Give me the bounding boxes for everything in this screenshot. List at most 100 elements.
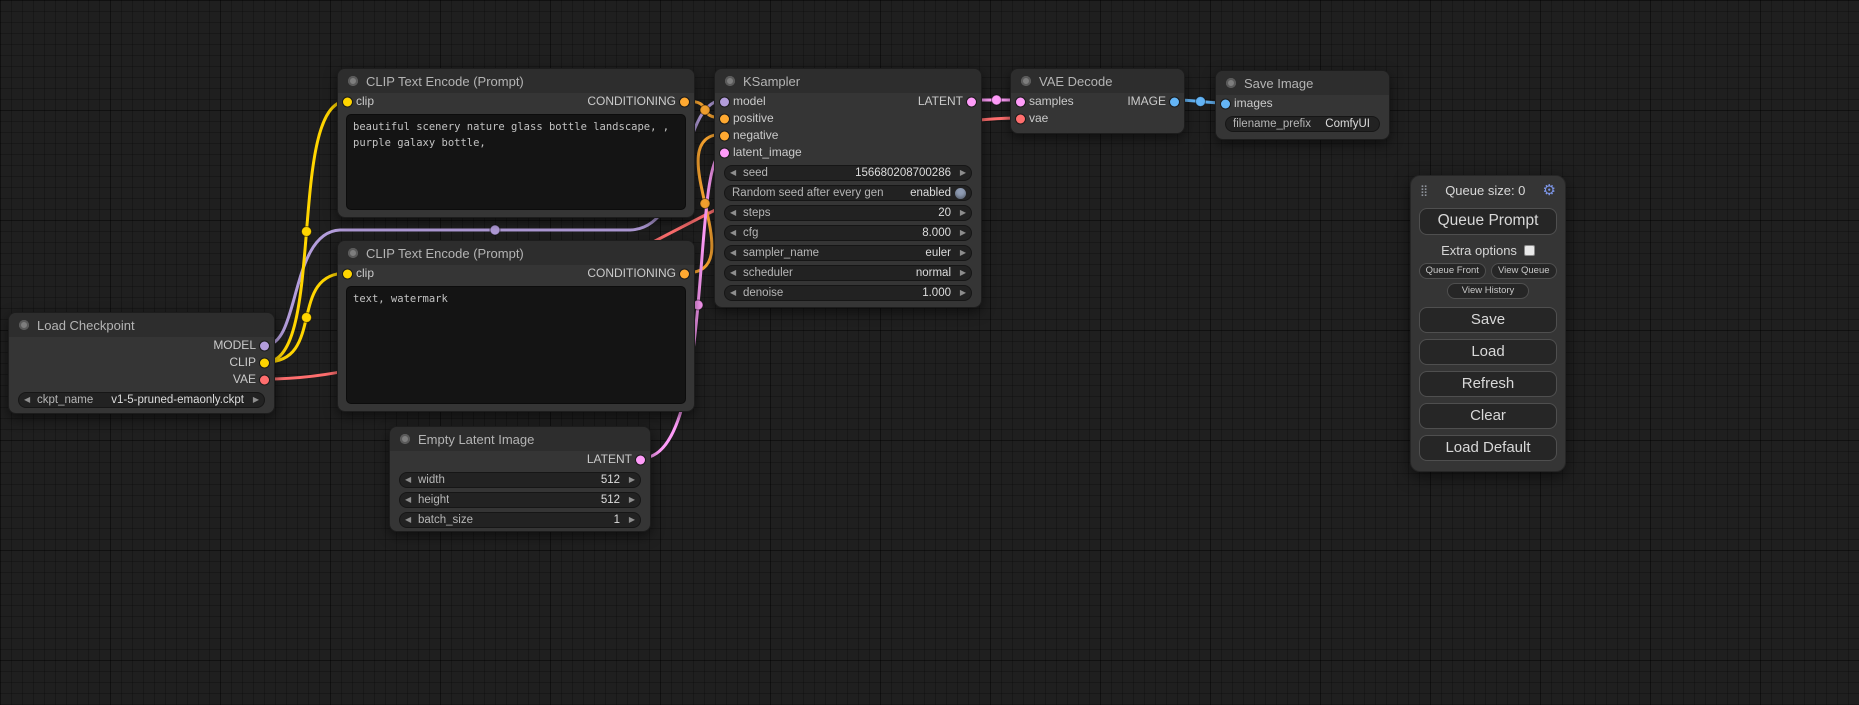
widget-scheduler[interactable]: ◀ scheduler normal ▶ bbox=[724, 265, 972, 281]
settings-gear-icon[interactable]: ⚙ bbox=[1543, 183, 1556, 198]
output-slot-model[interactable] bbox=[260, 341, 269, 350]
decrement-arrow-icon[interactable]: ◀ bbox=[730, 285, 741, 301]
collapse-dot-icon[interactable] bbox=[1021, 76, 1031, 86]
increment-arrow-icon[interactable]: ▶ bbox=[248, 392, 259, 408]
increment-arrow-icon[interactable]: ▶ bbox=[955, 265, 966, 281]
node-title-bar[interactable]: KSampler bbox=[715, 69, 981, 93]
increment-arrow-icon[interactable]: ▶ bbox=[955, 205, 966, 221]
widget-name: width bbox=[418, 474, 445, 486]
decrement-arrow-icon[interactable]: ◀ bbox=[24, 392, 35, 408]
widget-steps[interactable]: ◀ steps 20 ▶ bbox=[724, 205, 972, 221]
node-title-bar[interactable]: VAE Decode bbox=[1011, 69, 1184, 93]
widget-value[interactable]: normal bbox=[797, 267, 951, 279]
decrement-arrow-icon[interactable]: ◀ bbox=[730, 245, 741, 261]
input-slot-negative[interactable] bbox=[720, 131, 729, 140]
input-slot-vae[interactable] bbox=[1016, 114, 1025, 123]
widget-height[interactable]: ◀ height 512 ▶ bbox=[399, 492, 641, 508]
node-vae-decode[interactable]: VAE Decode samples IMAGE vae bbox=[1010, 68, 1185, 134]
widget-filename-prefix[interactable]: filename_prefix ComfyUI bbox=[1225, 116, 1380, 132]
widget-seed[interactable]: ◀ seed 156680208700286 ▶ bbox=[724, 165, 972, 181]
input-slot-positive[interactable] bbox=[720, 114, 729, 123]
node-clip-text-encode-negative[interactable]: CLIP Text Encode (Prompt) clip CONDITION… bbox=[337, 240, 695, 412]
decrement-arrow-icon[interactable]: ◀ bbox=[730, 225, 741, 241]
widget-value[interactable]: 512 bbox=[453, 494, 620, 506]
widget-ckpt-name[interactable]: ◀ ckpt_name v1-5-pruned-emaonly.ckpt ▶ bbox=[18, 392, 265, 408]
widget-value[interactable]: 156680208700286 bbox=[772, 167, 951, 179]
queue-prompt-button[interactable]: Queue Prompt bbox=[1419, 208, 1557, 235]
node-title-bar[interactable]: Load Checkpoint bbox=[9, 313, 274, 337]
increment-arrow-icon[interactable]: ▶ bbox=[955, 285, 966, 301]
widget-random-seed-toggle[interactable]: Random seed after every gen enabled bbox=[724, 185, 972, 201]
increment-arrow-icon[interactable]: ▶ bbox=[955, 225, 966, 241]
widget-value[interactable]: 8.000 bbox=[762, 227, 951, 239]
decrement-arrow-icon[interactable]: ◀ bbox=[730, 265, 741, 281]
collapse-dot-icon[interactable] bbox=[1226, 78, 1236, 88]
drag-handle-icon[interactable]: ⣿ bbox=[1420, 184, 1428, 197]
increment-arrow-icon[interactable]: ▶ bbox=[955, 165, 966, 181]
widget-name: ckpt_name bbox=[37, 394, 93, 406]
widget-value[interactable]: euler bbox=[823, 247, 951, 259]
extra-options-checkbox[interactable] bbox=[1524, 245, 1535, 256]
refresh-button[interactable]: Refresh bbox=[1419, 371, 1557, 397]
decrement-arrow-icon[interactable]: ◀ bbox=[730, 205, 741, 221]
widget-batch-size[interactable]: ◀ batch_size 1 ▶ bbox=[399, 512, 641, 528]
input-slot-latent-image[interactable] bbox=[720, 148, 729, 157]
node-title-bar[interactable]: CLIP Text Encode (Prompt) bbox=[338, 69, 694, 93]
node-ksampler[interactable]: KSampler model LATENT positive negative … bbox=[714, 68, 982, 308]
output-slot-conditioning[interactable] bbox=[680, 269, 689, 278]
widget-value[interactable]: 512 bbox=[449, 474, 620, 486]
widget-denoise[interactable]: ◀ denoise 1.000 ▶ bbox=[724, 285, 972, 301]
queue-front-button[interactable]: Queue Front bbox=[1419, 263, 1486, 279]
positive-prompt-textarea[interactable]: beautiful scenery nature glass bottle la… bbox=[346, 114, 686, 210]
node-load-checkpoint[interactable]: Load Checkpoint MODEL CLIP VAE ◀ ckpt_na… bbox=[8, 312, 275, 414]
collapse-dot-icon[interactable] bbox=[725, 76, 735, 86]
view-queue-button[interactable]: View Queue bbox=[1491, 263, 1558, 279]
negative-prompt-textarea[interactable]: text, watermark bbox=[346, 286, 686, 404]
slot-row: MODEL bbox=[9, 337, 274, 354]
widget-value[interactable]: ComfyUI bbox=[1315, 118, 1370, 130]
widget-value[interactable]: 1 bbox=[477, 514, 620, 526]
collapse-dot-icon[interactable] bbox=[400, 434, 410, 444]
increment-arrow-icon[interactable]: ▶ bbox=[955, 245, 966, 261]
collapse-dot-icon[interactable] bbox=[348, 76, 358, 86]
node-save-image[interactable]: Save Image images filename_prefix ComfyU… bbox=[1215, 70, 1390, 140]
input-slot-clip[interactable] bbox=[343, 97, 352, 106]
decrement-arrow-icon[interactable]: ◀ bbox=[405, 512, 416, 528]
increment-arrow-icon[interactable]: ▶ bbox=[624, 512, 635, 528]
output-slot-conditioning[interactable] bbox=[680, 97, 689, 106]
save-button[interactable]: Save bbox=[1419, 307, 1557, 333]
collapse-dot-icon[interactable] bbox=[348, 248, 358, 258]
node-graph-canvas[interactable]: Load Checkpoint MODEL CLIP VAE ◀ ckpt_na… bbox=[0, 0, 1859, 705]
input-slot-model[interactable] bbox=[720, 97, 729, 106]
clear-button[interactable]: Clear bbox=[1419, 403, 1557, 429]
decrement-arrow-icon[interactable]: ◀ bbox=[730, 165, 741, 181]
load-default-button[interactable]: Load Default bbox=[1419, 435, 1557, 461]
output-slot-latent[interactable] bbox=[636, 455, 645, 464]
decrement-arrow-icon[interactable]: ◀ bbox=[405, 492, 416, 508]
widget-value[interactable]: v1-5-pruned-emaonly.ckpt bbox=[97, 394, 244, 406]
widget-sampler-name[interactable]: ◀ sampler_name euler ▶ bbox=[724, 245, 972, 261]
node-title-bar[interactable]: CLIP Text Encode (Prompt) bbox=[338, 241, 694, 265]
widget-value[interactable]: 20 bbox=[775, 207, 952, 219]
increment-arrow-icon[interactable]: ▶ bbox=[624, 472, 635, 488]
output-slot-image[interactable] bbox=[1170, 97, 1179, 106]
decrement-arrow-icon[interactable]: ◀ bbox=[405, 472, 416, 488]
increment-arrow-icon[interactable]: ▶ bbox=[624, 492, 635, 508]
output-slot-vae[interactable] bbox=[260, 375, 269, 384]
output-slot-latent[interactable] bbox=[967, 97, 976, 106]
toggle-knob-icon[interactable] bbox=[955, 188, 966, 199]
widget-cfg[interactable]: ◀ cfg 8.000 ▶ bbox=[724, 225, 972, 241]
input-slot-images[interactable] bbox=[1221, 99, 1230, 108]
collapse-dot-icon[interactable] bbox=[19, 320, 29, 330]
widget-width[interactable]: ◀ width 512 ▶ bbox=[399, 472, 641, 488]
node-clip-text-encode-positive[interactable]: CLIP Text Encode (Prompt) clip CONDITION… bbox=[337, 68, 695, 218]
widget-value[interactable]: 1.000 bbox=[787, 287, 951, 299]
input-slot-samples[interactable] bbox=[1016, 97, 1025, 106]
node-title-bar[interactable]: Save Image bbox=[1216, 71, 1389, 95]
input-slot-clip[interactable] bbox=[343, 269, 352, 278]
output-slot-clip[interactable] bbox=[260, 358, 269, 367]
node-title-bar[interactable]: Empty Latent Image bbox=[390, 427, 650, 451]
load-button[interactable]: Load bbox=[1419, 339, 1557, 365]
node-empty-latent-image[interactable]: Empty Latent Image LATENT ◀ width 512 ▶ … bbox=[389, 426, 651, 532]
view-history-button[interactable]: View History bbox=[1447, 283, 1530, 299]
